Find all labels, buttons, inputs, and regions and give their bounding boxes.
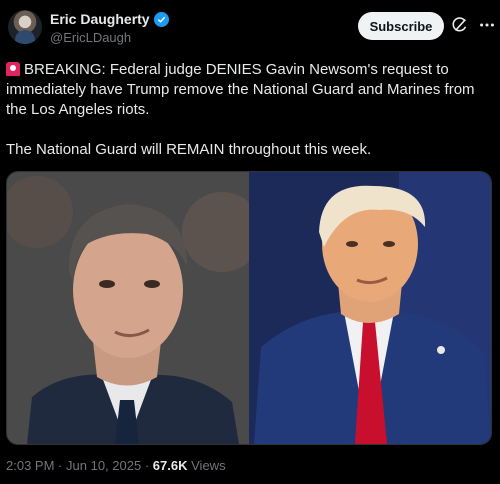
views-label: Views (191, 458, 226, 473)
tweet-date[interactable]: Jun 10, 2025 (66, 458, 141, 473)
tweet-paragraph-1-text: BREAKING: Federal judge DENIES Gavin New… (6, 61, 475, 118)
more-icon[interactable] (478, 16, 496, 34)
verified-badge-icon (153, 11, 169, 27)
tweet-header: Eric Daugherty @EricLDaugh Subscribe (0, 0, 500, 56)
views-count[interactable]: 67.6K (153, 458, 188, 473)
tweet-time[interactable]: 2:03 PM (6, 458, 54, 473)
tweet-text: BREAKING: Federal judge DENIES Gavin New… (6, 60, 494, 160)
meta-separator: · (144, 458, 150, 473)
avatar[interactable] (8, 10, 42, 44)
meta-separator: · (58, 458, 63, 473)
author-handle[interactable]: @EricLDaugh (50, 30, 131, 45)
tweet-paragraph-1: BREAKING: Federal judge DENIES Gavin New… (6, 60, 494, 120)
author-display-name[interactable]: Eric Daugherty (50, 11, 150, 27)
siren-emoji-icon (6, 62, 20, 76)
media-photo-right[interactable] (249, 172, 491, 444)
media-photo-left[interactable] (7, 172, 249, 444)
tweet-media[interactable] (6, 171, 492, 445)
grok-icon[interactable] (451, 16, 469, 34)
author-name-row: Eric Daugherty (50, 11, 169, 27)
tweet-paragraph-2: The National Guard will REMAIN throughou… (6, 141, 372, 158)
subscribe-button[interactable]: Subscribe (358, 12, 444, 40)
tweet-meta: 2:03 PM · Jun 10, 2025 · 67.6K Views (6, 458, 226, 473)
